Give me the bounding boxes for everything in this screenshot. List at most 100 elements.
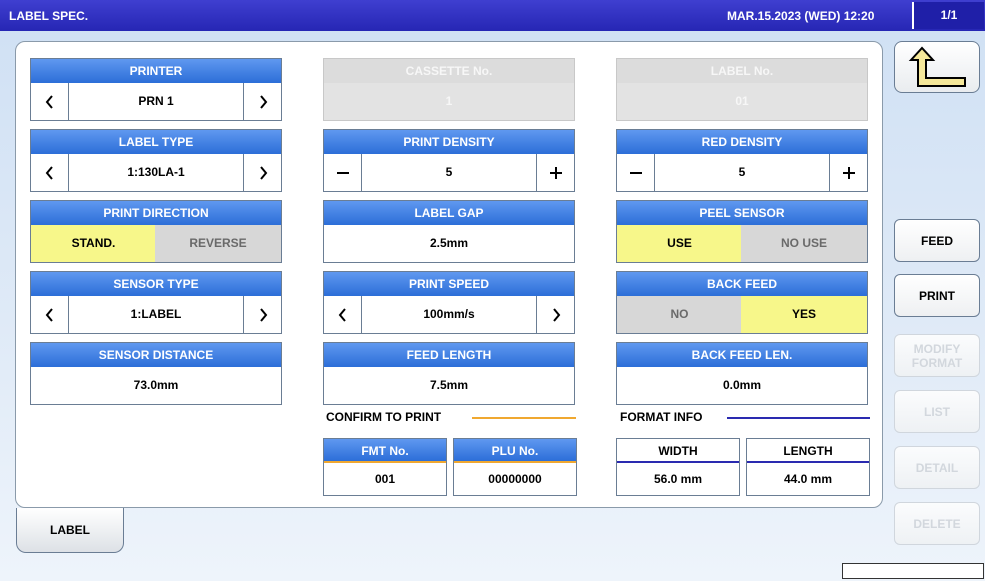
back-feed-no-button[interactable]: NO bbox=[617, 296, 743, 333]
red-density-stepper: RED DENSITY 5 bbox=[616, 129, 868, 192]
cassette-value: 1 bbox=[445, 94, 453, 108]
minus-icon bbox=[629, 171, 642, 174]
screen-title: LABEL SPEC. bbox=[9, 9, 89, 23]
sensor-type-next-button[interactable] bbox=[243, 296, 281, 333]
printer-next-button[interactable] bbox=[243, 83, 281, 120]
plus-icon bbox=[842, 166, 855, 179]
print-direction-toggle: PRINT DIRECTION STAND. REVERSE bbox=[30, 200, 282, 263]
format-width-value: 56.0 mm bbox=[653, 472, 703, 486]
printer-selector: PRINTER PRN 1 bbox=[30, 58, 282, 121]
main-panel: PRINTER PRN 1 CASSETTE No. 1 LABEL No. 0… bbox=[15, 41, 883, 508]
delete-button[interactable]: DELETE bbox=[894, 502, 980, 545]
label-gap-value[interactable]: 2.5mm bbox=[324, 225, 574, 262]
print-density-increase-button[interactable] bbox=[536, 154, 574, 191]
back-feed-length-label: BACK FEED LEN. bbox=[617, 343, 867, 367]
chevron-right-icon bbox=[259, 307, 267, 322]
printer-prev-button[interactable] bbox=[31, 83, 69, 120]
chevron-left-icon bbox=[45, 165, 53, 180]
peel-sensor-label: PEEL SENSOR bbox=[617, 201, 867, 225]
modify-format-button[interactable]: MODIFY FORMAT bbox=[894, 334, 980, 377]
tab-label[interactable]: LABEL bbox=[16, 508, 124, 553]
print-direction-stand-button[interactable]: STAND. bbox=[31, 225, 157, 262]
plu-number-label: PLU No. bbox=[454, 439, 576, 463]
sensor-type-label: SENSOR TYPE bbox=[31, 272, 281, 296]
print-button-label: PRINT bbox=[919, 288, 955, 303]
feed-button[interactable]: FEED bbox=[894, 219, 980, 262]
label-number-value: 01 bbox=[735, 94, 749, 108]
modify-format-label-line2: FORMAT bbox=[911, 355, 963, 370]
print-button[interactable]: PRINT bbox=[894, 274, 980, 317]
print-direction-label: PRINT DIRECTION bbox=[31, 201, 281, 225]
label-type-label: LABEL TYPE bbox=[31, 130, 281, 154]
red-density-label: RED DENSITY bbox=[617, 130, 867, 154]
chevron-left-icon bbox=[45, 94, 53, 109]
format-width-label: WIDTH bbox=[617, 439, 739, 463]
sensor-type-prev-button[interactable] bbox=[31, 296, 69, 333]
sensor-distance-value[interactable]: 73.0mm bbox=[31, 367, 281, 404]
peel-sensor-toggle: PEEL SENSOR USE NO USE bbox=[616, 200, 868, 263]
print-density-decrease-button[interactable] bbox=[324, 154, 362, 191]
print-density-stepper: PRINT DENSITY 5 bbox=[323, 129, 575, 192]
sensor-distance-label: SENSOR DISTANCE bbox=[31, 343, 281, 367]
back-feed-length-value[interactable]: 0.0mm bbox=[617, 367, 867, 404]
chevron-right-icon bbox=[552, 307, 560, 322]
back-feed-toggle: BACK FEED NO YES bbox=[616, 271, 868, 334]
plu-number-value[interactable]: 00000000 bbox=[454, 463, 576, 495]
plu-number-box: PLU No. 00000000 bbox=[453, 438, 577, 496]
red-density-increase-button[interactable] bbox=[829, 154, 867, 191]
printer-label: PRINTER bbox=[31, 59, 281, 83]
back-button[interactable] bbox=[894, 41, 980, 93]
format-info-divider bbox=[727, 417, 870, 419]
detail-button[interactable]: DETAIL bbox=[894, 446, 980, 489]
page-indicator: 1/1 bbox=[912, 2, 984, 29]
cassette-label: CASSETTE No. bbox=[324, 59, 574, 83]
print-density-label: PRINT DENSITY bbox=[324, 130, 574, 154]
fmt-number-value[interactable]: 001 bbox=[324, 463, 446, 495]
list-button[interactable]: LIST bbox=[894, 390, 980, 433]
return-arrow-icon bbox=[908, 46, 966, 87]
print-speed-next-button[interactable] bbox=[536, 296, 574, 333]
format-length-value: 44.0 mm bbox=[783, 472, 833, 486]
detail-button-label: DETAIL bbox=[915, 460, 959, 475]
label-gap-label: LABEL GAP bbox=[324, 201, 574, 225]
chevron-left-icon bbox=[45, 307, 53, 322]
label-number-label: LABEL No. bbox=[617, 59, 867, 83]
feed-length-value[interactable]: 7.5mm bbox=[324, 367, 574, 404]
peel-sensor-use-button[interactable]: USE bbox=[617, 225, 743, 262]
feed-button-label: FEED bbox=[920, 233, 953, 248]
print-speed-label: PRINT SPEED bbox=[324, 272, 574, 296]
chevron-right-icon bbox=[259, 94, 267, 109]
format-length-label: LENGTH bbox=[747, 439, 869, 463]
print-speed-selector: PRINT SPEED 100mm/s bbox=[323, 271, 575, 334]
label-type-next-button[interactable] bbox=[243, 154, 281, 191]
chevron-right-icon bbox=[259, 165, 267, 180]
date-time: MAR.15.2023 (WED) 12:20 bbox=[727, 9, 875, 23]
fmt-number-label: FMT No. bbox=[324, 439, 446, 463]
delete-button-label: DELETE bbox=[913, 516, 961, 531]
confirm-to-print-title: CONFIRM TO PRINT bbox=[326, 410, 442, 424]
chevron-left-icon bbox=[338, 307, 346, 322]
fmt-number-box: FMT No. 001 bbox=[323, 438, 447, 496]
plus-icon bbox=[549, 166, 562, 179]
label-number: LABEL No. 01 bbox=[616, 58, 868, 121]
print-direction-reverse-button[interactable]: REVERSE bbox=[155, 225, 281, 262]
list-button-label: LIST bbox=[924, 404, 950, 419]
back-feed-label: BACK FEED bbox=[617, 272, 867, 296]
feed-length-label: FEED LENGTH bbox=[324, 343, 574, 367]
feed-length-field: FEED LENGTH 7.5mm bbox=[323, 342, 575, 405]
label-gap-field: LABEL GAP 2.5mm bbox=[323, 200, 575, 263]
red-density-decrease-button[interactable] bbox=[617, 154, 655, 191]
sensor-type-selector: SENSOR TYPE 1:LABEL bbox=[30, 271, 282, 334]
title-bar: LABEL SPEC. MAR.15.2023 (WED) 12:20 1/1 bbox=[0, 0, 985, 31]
back-feed-yes-button[interactable]: YES bbox=[741, 296, 867, 333]
cassette-number: CASSETTE No. 1 bbox=[323, 58, 575, 121]
format-width-box: WIDTH 56.0 mm bbox=[616, 438, 740, 496]
label-type-selector: LABEL TYPE 1:130LA-1 bbox=[30, 129, 282, 192]
print-speed-prev-button[interactable] bbox=[324, 296, 362, 333]
label-type-prev-button[interactable] bbox=[31, 154, 69, 191]
peel-sensor-no-use-button[interactable]: NO USE bbox=[741, 225, 867, 262]
format-info-title: FORMAT INFO bbox=[620, 410, 703, 424]
status-field bbox=[842, 563, 984, 579]
format-length-box: LENGTH 44.0 mm bbox=[746, 438, 870, 496]
sensor-distance-field: SENSOR DISTANCE 73.0mm bbox=[30, 342, 282, 405]
